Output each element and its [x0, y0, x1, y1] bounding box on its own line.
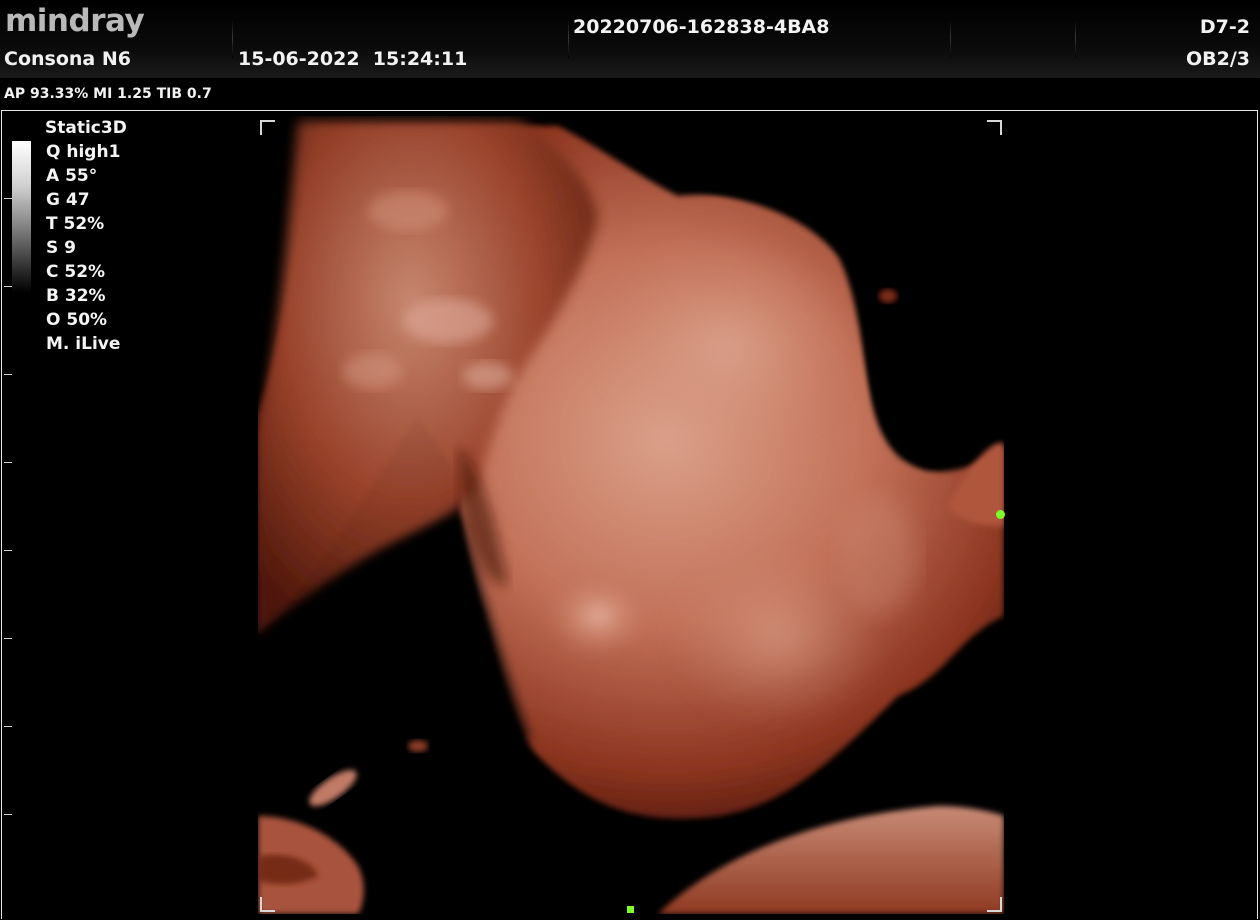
- speckle: [879, 289, 897, 303]
- param-opacity: O 50%: [46, 310, 108, 330]
- imaging-parameter-list: Static3D Q high1 A 55° G 47 T 52% S 9 C …: [45, 116, 127, 356]
- finger-highlight: [343, 353, 403, 389]
- preset-label: OB2/3: [1185, 48, 1250, 70]
- param-angle: A 55°: [46, 166, 98, 186]
- exam-date: 15-06-2022: [238, 48, 360, 70]
- finger-highlight: [368, 191, 448, 231]
- roi-corner-bottom-right: [987, 897, 1002, 912]
- header-separator: [568, 18, 569, 58]
- depth-tick: [4, 638, 12, 639]
- imaging-mode-label: Static3D: [45, 118, 127, 138]
- nose-highlight: [543, 571, 653, 661]
- exam-time: 15:24:11: [372, 48, 468, 70]
- param-contrast: C 52%: [46, 262, 106, 282]
- param-brightness: B 32%: [46, 286, 106, 306]
- depth-tick: [4, 462, 12, 463]
- brand-logo: mindray: [5, 3, 145, 39]
- header-bar: mindray Consona N6 15-06-2022 15:24:11 2…: [0, 0, 1260, 78]
- acoustic-output-line: AP 93.33% MI 1.25 TIB 0.7: [4, 86, 212, 102]
- param-gain: G 47: [46, 190, 90, 210]
- orientation-dot-icon: [627, 906, 634, 913]
- param-render-mode: M. iLive: [46, 334, 121, 354]
- roi-corner-top-left: [260, 120, 275, 135]
- exam-date-time: 15-06-2022 15:24:11: [238, 50, 467, 69]
- system-model: Consona N6: [4, 48, 131, 70]
- header-separator: [1075, 18, 1076, 58]
- roi-corner-top-right: [987, 120, 1002, 135]
- fetal-3d-render: [258, 116, 1004, 914]
- fetal-body-lower: [658, 806, 1004, 914]
- finger-highlight: [463, 362, 513, 390]
- depth-tick: [4, 286, 12, 287]
- roi-corner-bottom-left: [260, 897, 275, 912]
- static3d-render-view[interactable]: [258, 116, 1004, 914]
- depth-tick: [4, 374, 12, 375]
- speckle: [408, 740, 428, 752]
- depth-tick: [4, 814, 12, 815]
- exam-id: 20220706-162838-4BA8: [573, 16, 830, 38]
- grayscale-bar: [12, 141, 31, 293]
- param-threshold: T 52%: [46, 214, 105, 234]
- finger-highlight: [403, 299, 493, 343]
- ultrasound-screen: mindray Consona N6 15-06-2022 15:24:11 2…: [0, 0, 1260, 920]
- orientation-dot-icon: [996, 510, 1005, 519]
- forehead-highlight: [598, 236, 858, 456]
- depth-tick: [4, 550, 12, 551]
- header-separator: [950, 18, 951, 58]
- probe-label: D7-2: [1199, 16, 1250, 38]
- param-smooth: S 9: [46, 238, 76, 258]
- depth-tick: [4, 726, 12, 727]
- param-quality: Q high1: [46, 142, 121, 162]
- depth-tick: [4, 198, 12, 199]
- header-separator: [232, 18, 233, 58]
